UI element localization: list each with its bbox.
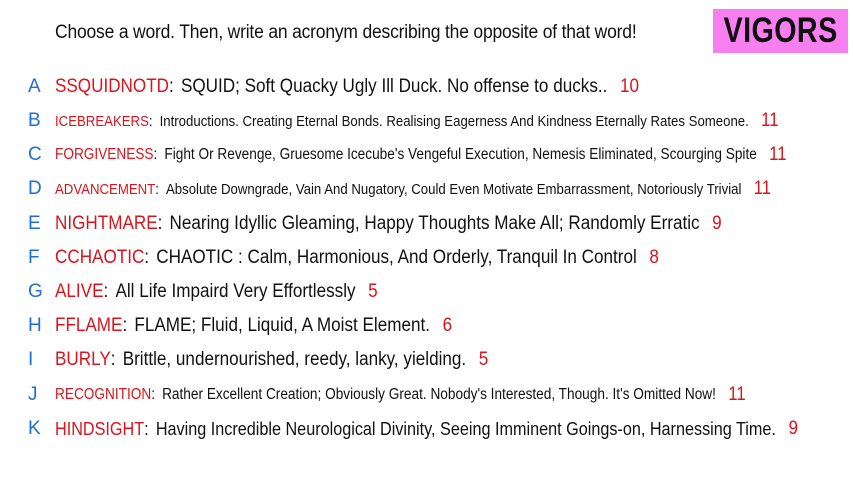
entry-acronym: FLAME; Fluid, Liquid, A Moist Element. xyxy=(134,315,430,336)
entry-word: RECOGNITION xyxy=(55,386,152,403)
entry-acronym: All Life Impaird Very Effortlessly xyxy=(115,281,356,302)
entry-word: HINDSIGHT xyxy=(55,418,145,439)
entry-word: FORGIVENESS xyxy=(55,146,154,163)
entry-score: 11 xyxy=(753,178,772,199)
entry-content: HINDSIGHT: Having Incredible Neurological… xyxy=(55,418,798,440)
entry-row-c: C FORGIVENESS: Fight Or Revenge, Gruesome… xyxy=(0,140,853,170)
entry-content: NIGHTMARE: Nearing Idyllic Gleaming, Happ… xyxy=(55,213,722,235)
entry-acronym: CHAOTIC : Calm, Harmonious, And Orderly,… xyxy=(156,247,637,268)
entry-acronym: Rather Excellent Creation; Obviously Gre… xyxy=(162,386,716,403)
entry-colon: : xyxy=(169,76,174,97)
entry-score: 11 xyxy=(769,144,787,165)
entry-row-h: H FFLAME: FLAME; Fluid, Liquid, A Moist E… xyxy=(0,311,853,341)
entry-content: ALIVE: All Life Impaird Very Effortlessly… xyxy=(55,281,378,303)
vigors-badge: VIGORS xyxy=(713,9,848,53)
entry-word: ICEBREAKERS xyxy=(55,112,149,130)
entry-word: FFLAME xyxy=(55,315,123,336)
entry-acronym: Brittle, undernourished, reedy, lanky, y… xyxy=(122,349,467,370)
entry-row-f: F CCHAOTIC: CHAOTIC : Calm, Harmonious, A… xyxy=(0,243,853,273)
entry-content: ADVANCEMENT: Absolute Downgrade, Vain And… xyxy=(55,178,771,200)
entry-row-a: A SSQUIDNOTD: SQUID; Soft Quacky Ugly Ill… xyxy=(0,72,853,102)
entry-word: BURLY xyxy=(55,349,111,370)
entry-acronym: Nearing Idyllic Gleaming, Happy Thoughts… xyxy=(169,213,700,234)
entry-colon: : xyxy=(151,386,156,403)
entry-letter: A xyxy=(28,76,41,97)
entry-score: 9 xyxy=(712,213,722,234)
entry-score: 11 xyxy=(761,110,779,131)
entry-colon: : xyxy=(144,418,149,439)
entry-acronym: Introductions. Creating Eternal Bonds. R… xyxy=(159,112,749,130)
entry-content: FFLAME: FLAME; Fluid, Liquid, A Moist Ele… xyxy=(55,315,452,337)
entry-score: 8 xyxy=(649,247,659,268)
entry-acronym: Absolute Downgrade, Vain And Nugatory, C… xyxy=(165,180,742,198)
prompt-text: Choose a word. Then, write an acronym de… xyxy=(55,22,637,43)
entry-content: SSQUIDNOTD: SQUID; Soft Quacky Ugly Ill D… xyxy=(55,76,639,98)
entry-score: 5 xyxy=(368,281,378,302)
entry-letter: C xyxy=(28,144,42,165)
entry-letter: G xyxy=(28,281,43,302)
entry-score: 11 xyxy=(728,384,746,405)
entry-word: ADVANCEMENT xyxy=(55,180,156,198)
entry-colon: : xyxy=(144,247,150,268)
entry-word: SSQUIDNOTD xyxy=(55,76,170,97)
entry-row-k: K HINDSIGHT: Having Incredible Neurologic… xyxy=(0,414,853,444)
entry-word: CCHAOTIC xyxy=(55,247,145,268)
entry-row-g: G ALIVE: All Life Impaird Very Effortless… xyxy=(0,277,853,307)
entry-score: 6 xyxy=(442,315,453,336)
entry-content: RECOGNITION: Rather Excellent Creation; O… xyxy=(55,384,746,406)
entry-acronym: Fight Or Revenge, Gruesome Icecube's Ven… xyxy=(164,146,757,163)
entry-colon: : xyxy=(153,146,158,163)
entry-letter: D xyxy=(28,178,42,199)
entry-letter: B xyxy=(28,110,41,131)
entry-row-j: J RECOGNITION: Rather Excellent Creation;… xyxy=(0,380,853,410)
entry-colon: : xyxy=(110,349,116,370)
badge-label: VIGORS xyxy=(723,11,838,50)
entry-word: ALIVE xyxy=(55,281,104,302)
entry-score: 10 xyxy=(619,76,640,97)
entry-score: 5 xyxy=(478,349,489,370)
entry-letter: H xyxy=(28,315,42,336)
entry-letter: I xyxy=(28,349,34,370)
entry-row-d: D ADVANCEMENT: Absolute Downgrade, Vain A… xyxy=(0,174,853,204)
entry-row-i: I BURLY: Brittle, undernourished, reedy, … xyxy=(0,345,853,375)
entry-row-e: E NIGHTMARE: Nearing Idyllic Gleaming, Ha… xyxy=(0,209,853,239)
entry-row-b: B ICEBREAKERS: Introductions. Creating Et… xyxy=(0,106,853,136)
entry-content: ICEBREAKERS: Introductions. Creating Eter… xyxy=(55,110,779,132)
entry-score: 9 xyxy=(788,418,799,439)
entry-colon: : xyxy=(157,213,163,234)
entry-content: BURLY: Brittle, undernourished, reedy, la… xyxy=(55,349,488,371)
entry-word: NIGHTMARE xyxy=(55,213,158,234)
entry-letter: K xyxy=(28,418,41,439)
entry-content: FORGIVENESS: Fight Or Revenge, Gruesome I… xyxy=(55,144,787,166)
entry-colon: : xyxy=(155,180,159,198)
entry-letter: F xyxy=(28,247,40,268)
entry-colon: : xyxy=(103,281,109,302)
entry-letter: E xyxy=(28,213,41,234)
entry-acronym: Having Incredible Neurological Divinity,… xyxy=(155,418,776,439)
entry-letter: J xyxy=(28,384,38,405)
entry-content: CCHAOTIC: CHAOTIC : Calm, Harmonious, And… xyxy=(55,247,659,269)
entry-colon: : xyxy=(122,315,128,336)
entry-acronym: SQUID; Soft Quacky Ugly Ill Duck. No off… xyxy=(180,76,608,97)
entry-colon: : xyxy=(148,112,153,130)
